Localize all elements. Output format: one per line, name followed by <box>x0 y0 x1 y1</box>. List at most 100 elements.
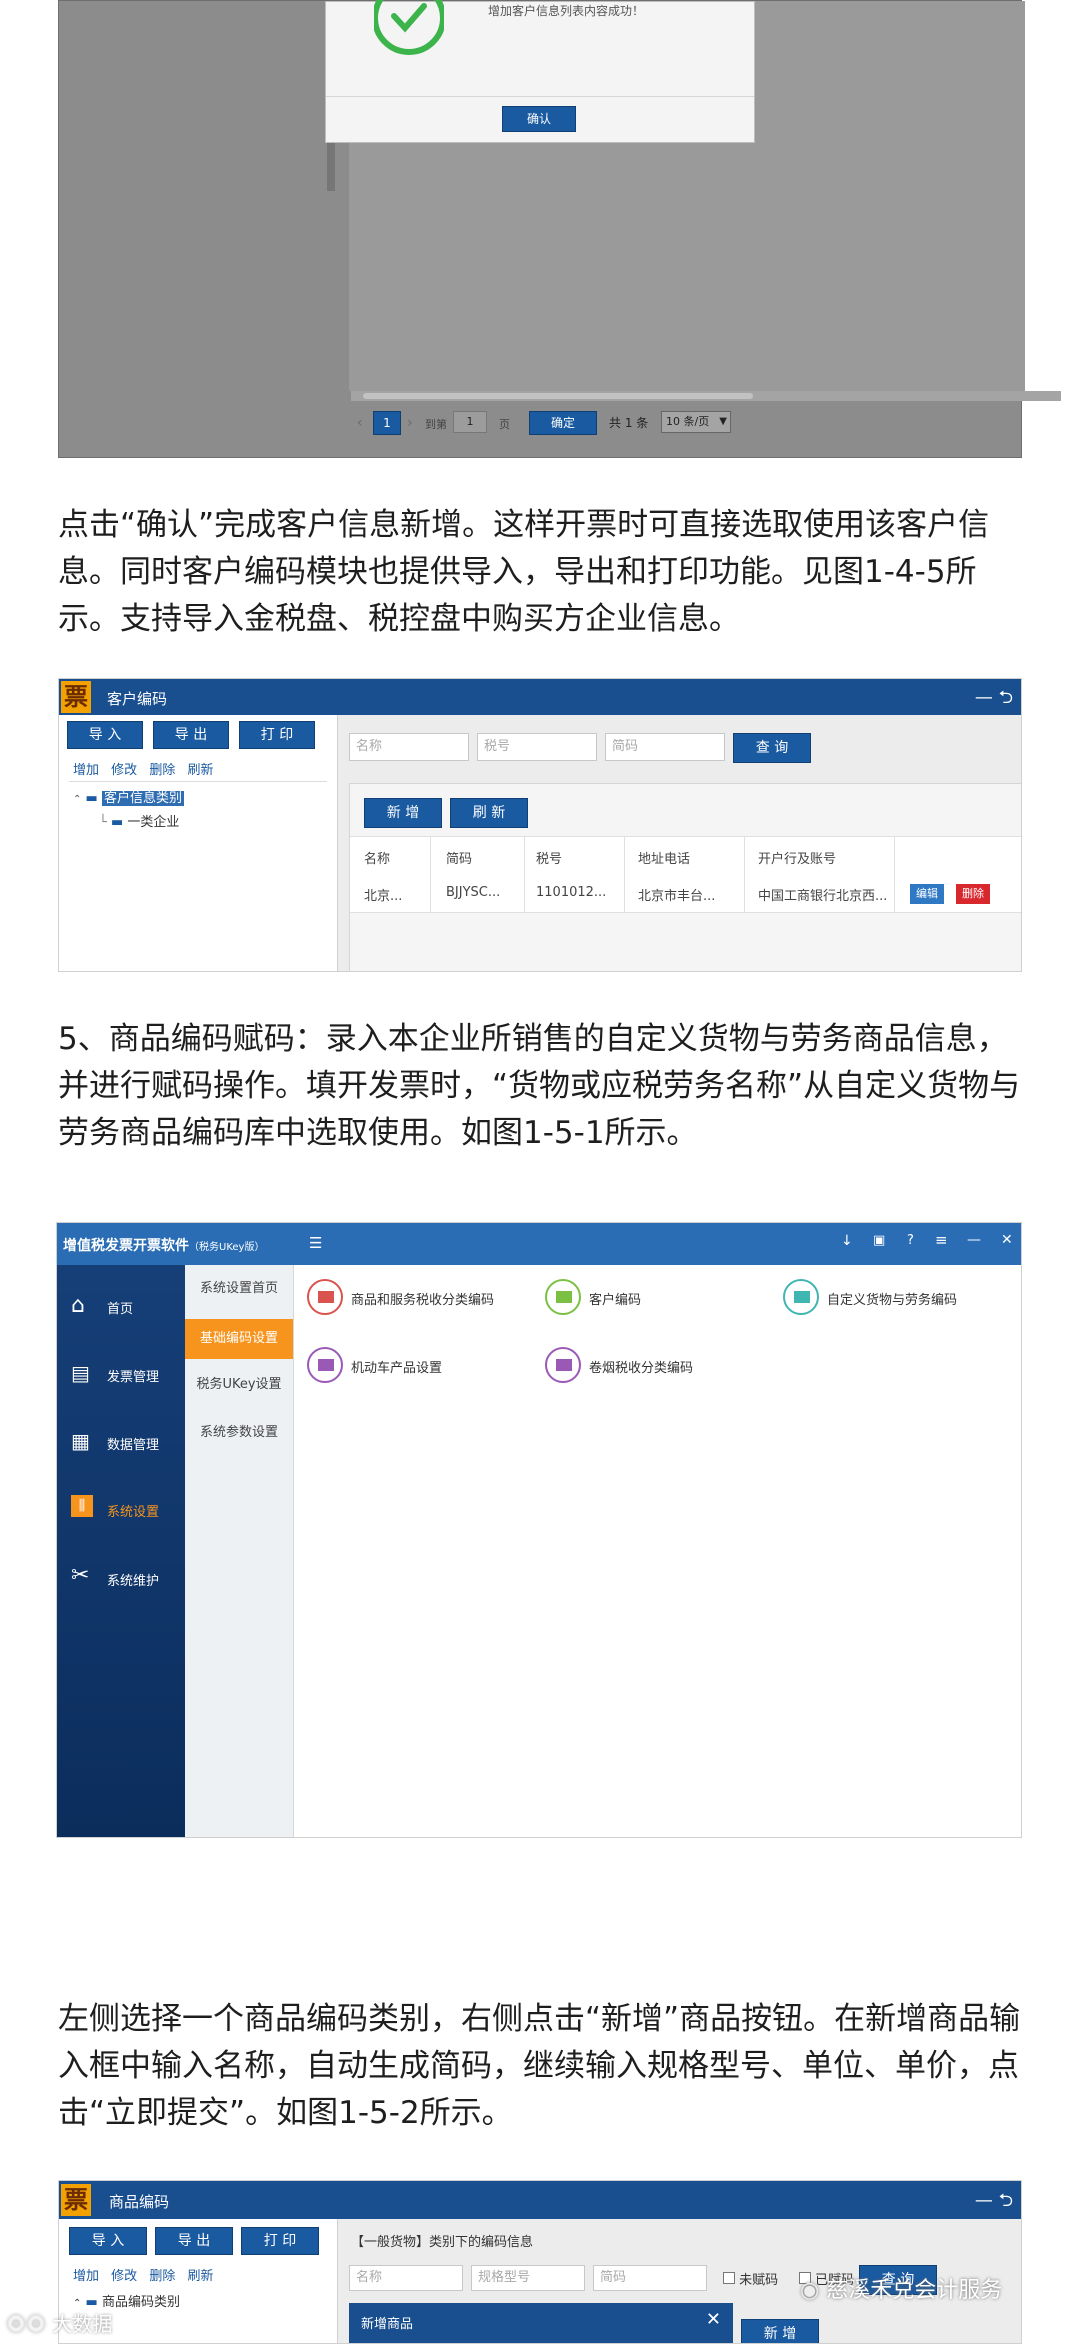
uncoded-checkbox[interactable]: 未赋码 <box>723 2269 778 2288</box>
watermark-right-text: 慈溪禾兑会计服务 <box>826 2278 1003 2303</box>
sidebar-label-settings: 系统设置 <box>107 1505 160 1520</box>
tile-custom-goods[interactable]: 自定义货物与劳务编码 <box>783 1277 1013 1317</box>
current-page-button[interactable]: 1 <box>373 411 401 435</box>
tree-child-label: 一类企业 <box>127 815 180 830</box>
edit-button[interactable]: 编辑 <box>910 884 944 904</box>
tree-divider <box>69 781 327 782</box>
tile-customer-code[interactable]: 客户编码 <box>545 1277 745 1317</box>
spec-search-input[interactable]: 规格型号 <box>471 2265 585 2291</box>
scrollbar-thumb[interactable] <box>363 393 753 399</box>
pager: ‹ 1 › 到第 1 页 确定 共 1 条 10 条/页 ▼ <box>351 403 1021 443</box>
col-sep <box>430 836 431 912</box>
screenshot-customer-code: 票 客户编码 — ⮌ 导 入 导 出 打 印 增加 修改 删除 刷新 ⌃ ▬ 客… <box>58 678 1022 972</box>
col-short-code: 简码 <box>446 852 473 867</box>
add-button[interactable]: 新 增 <box>364 798 442 828</box>
per-page-value: 10 条/页 <box>666 415 710 428</box>
refresh-button[interactable]: 刷 新 <box>450 798 528 828</box>
search-button[interactable]: 查 询 <box>733 733 811 763</box>
cell-bank-account: 中国工商银行北京西... <box>758 889 888 904</box>
tax-id-search-input[interactable]: 税号 <box>477 733 597 761</box>
prev-page-icon[interactable]: ‹ <box>357 415 363 431</box>
sidebar-label-maintenance: 系统维护 <box>107 1574 160 1589</box>
sidebar-item-invoice[interactable]: ▤ 发票管理 <box>57 1343 185 1403</box>
table-row[interactable]: 北京... BJJYSC... 1101012... 北京市丰台... 中国工商… <box>350 874 1021 913</box>
name-placeholder: 名称 <box>356 739 383 754</box>
list-icon[interactable]: ≡ <box>935 1231 948 1249</box>
success-dialog: 增加客户信息列表内容成功！ 确认 <box>325 0 755 143</box>
link-refresh[interactable]: 刷新 <box>187 2269 213 2284</box>
tile-vehicle-products[interactable]: 机动车产品设置 <box>307 1345 527 1385</box>
customer-card-icon <box>545 1279 581 1315</box>
vehicle-icon <box>307 1347 343 1383</box>
sidebar-item-data[interactable]: ▦ 数据管理 <box>57 1411 185 1471</box>
link-edit[interactable]: 修改 <box>111 763 137 778</box>
goto-ok-button[interactable]: 确定 <box>529 411 597 435</box>
scrollbar-horizontal[interactable] <box>351 391 1061 401</box>
name-search-input[interactable]: 名称 <box>349 2265 463 2291</box>
restore-icon[interactable]: ▣ <box>873 1233 885 1248</box>
app-title-tag: （税务UKey版） <box>189 1242 265 1253</box>
page-input[interactable]: 1 <box>453 411 487 433</box>
expand-icon[interactable]: ⌃ <box>73 794 81 805</box>
tile-label: 机动车产品设置 <box>351 1361 443 1376</box>
add-button[interactable]: 新 增 <box>741 2319 819 2343</box>
confirm-button[interactable]: 确认 <box>502 106 576 132</box>
category-caption: 【一般货物】类别下的编码信息 <box>351 2235 534 2250</box>
goods-box-icon <box>783 1279 819 1315</box>
tax-code-icon <box>307 1279 343 1315</box>
close-icon[interactable]: ✕ <box>1001 1232 1013 1248</box>
delete-button[interactable]: 删除 <box>956 884 990 904</box>
per-page-select[interactable]: 10 条/页 ▼ <box>661 411 731 433</box>
export-button[interactable]: 导 出 <box>155 2227 233 2255</box>
link-edit[interactable]: 修改 <box>111 2269 137 2284</box>
next-page-icon[interactable]: › <box>407 415 413 431</box>
sidebar-item-settings[interactable]: ⫼ 系统设置 <box>57 1479 185 1539</box>
window-controls[interactable]: — ⮌ <box>975 685 1013 715</box>
folder-icon: ▬ <box>110 815 124 830</box>
link-delete[interactable]: 删除 <box>149 2269 175 2284</box>
tree-child[interactable]: └ ▬ 一类企业 <box>99 811 179 830</box>
download-icon[interactable]: ↓ <box>841 1233 853 1249</box>
print-button[interactable]: 打 印 <box>239 721 315 749</box>
import-button[interactable]: 导 入 <box>69 2227 147 2255</box>
tile-tax-classification[interactable]: 商品和服务税收分类编码 <box>307 1277 527 1317</box>
minimize-icon[interactable]: — <box>967 1232 981 1248</box>
watermark-left-text: 大数据 <box>52 2312 113 2336</box>
name-search-input[interactable]: 名称 <box>349 733 469 761</box>
database-icon: ▦ <box>71 1429 90 1453</box>
link-add[interactable]: 增加 <box>73 2269 99 2284</box>
watermark-right: ◉ 慈溪禾兑会计服务 <box>800 2272 1002 2304</box>
link-refresh[interactable]: 刷新 <box>187 763 213 778</box>
tax-id-placeholder: 税号 <box>484 739 511 754</box>
sidebar-label-home: 首页 <box>107 1302 134 1317</box>
tree-root[interactable]: ⌃ ▬ 客户信息类别 <box>73 787 184 806</box>
menu-icon[interactable]: ☰ <box>309 1234 322 1252</box>
print-button[interactable]: 打 印 <box>241 2227 319 2255</box>
sidebar-item-home[interactable]: ⌂ 首页 <box>57 1275 185 1335</box>
link-add[interactable]: 增加 <box>73 763 99 778</box>
tile-cigarette-codes[interactable]: 卷烟税收分类编码 <box>545 1345 765 1385</box>
action-links: 增加 修改 删除 刷新 <box>73 2265 213 2284</box>
window-controls[interactable]: — ⮌ <box>975 2188 1013 2218</box>
short-code-search-input[interactable]: 简码 <box>605 733 725 761</box>
link-delete[interactable]: 删除 <box>149 763 175 778</box>
short-code-search-input[interactable]: 简码 <box>593 2265 707 2291</box>
sidebar-item-maintenance[interactable]: ✂ 系统维护 <box>57 1547 185 1607</box>
tile-label: 商品和服务税收分类编码 <box>351 1293 495 1308</box>
app-title-text: 增值税发票开票软件 <box>63 1238 189 1254</box>
dialog-close-icon[interactable]: ✕ <box>706 2309 721 2330</box>
export-button[interactable]: 导 出 <box>153 721 229 749</box>
cell-tax-id: 1101012... <box>536 885 607 900</box>
subnav-settings-home[interactable]: 系统设置首页 <box>185 1269 293 1309</box>
sidebar-label-data: 数据管理 <box>107 1438 160 1453</box>
subnav-basic-codes[interactable]: 基础编码设置 <box>185 1319 293 1359</box>
subnav-system-params[interactable]: 系统参数设置 <box>185 1413 293 1453</box>
dialog-divider <box>326 96 754 97</box>
screenshot-main-app: 增值税发票开票软件（税务UKey版） ☰ ↓ ▣ ? ≡ — ✕ ⌂ 首页 ▤ … <box>56 1222 1022 1838</box>
import-button[interactable]: 导 入 <box>67 721 143 749</box>
action-links: 增加 修改 删除 刷新 <box>73 759 213 778</box>
help-icon[interactable]: ? <box>907 1233 914 1248</box>
subnav-ukey-settings[interactable]: 税务UKey设置 <box>185 1365 293 1405</box>
table-header: 名称 简码 税号 地址电话 开户行及账号 <box>350 836 1021 876</box>
cell-short-code: BJJYSC... <box>446 885 501 900</box>
